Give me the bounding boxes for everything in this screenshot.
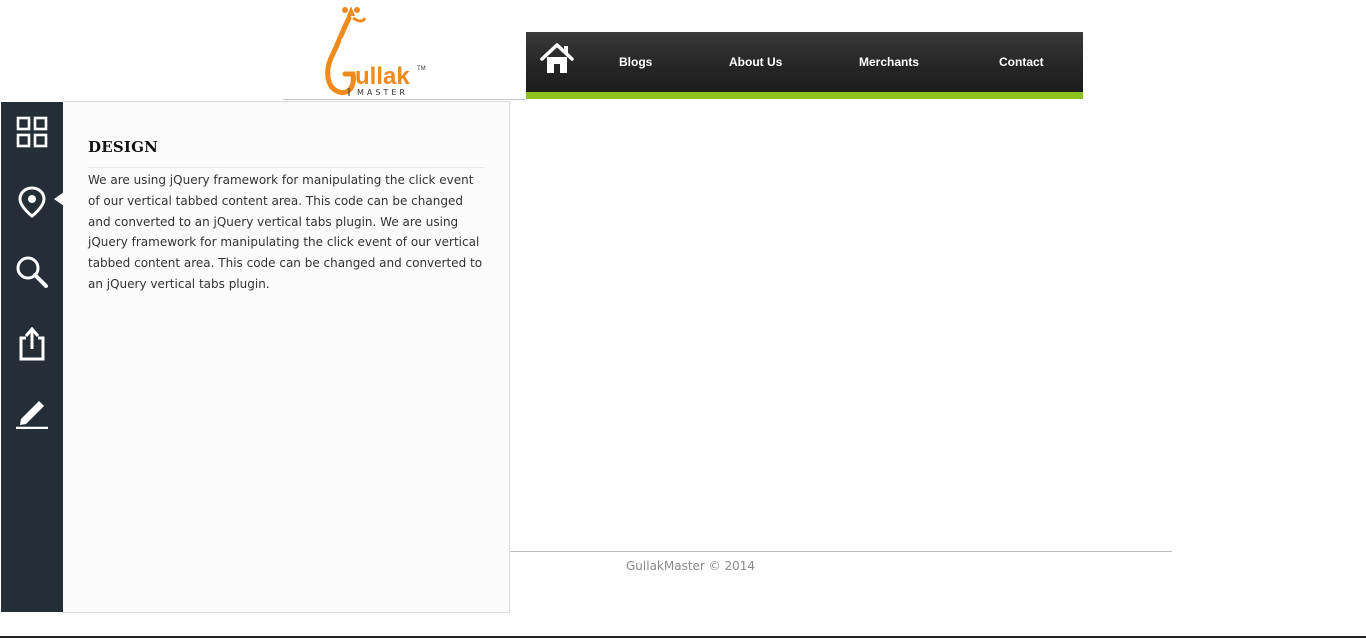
footer-divider <box>510 551 1172 552</box>
nav-link-blogs[interactable]: Blogs <box>619 32 652 92</box>
nav-link-contact[interactable]: Contact <box>999 32 1044 92</box>
home-icon <box>540 43 574 73</box>
logo-tagline: MASTER <box>357 88 408 97</box>
tab-share[interactable] <box>1 314 63 374</box>
search-icon <box>16 256 48 288</box>
home-button[interactable] <box>540 42 574 76</box>
site-logo[interactable]: ullak TM MASTER <box>283 0 526 100</box>
nav-accent-bar <box>526 92 1083 99</box>
logo-wordmark: ullak <box>355 63 410 90</box>
tab-search[interactable] <box>1 242 63 302</box>
panel-body-text: We are using jQuery framework for manipu… <box>88 173 483 291</box>
grid-icon <box>16 116 48 148</box>
tab-content-panel: DESIGN We are using jQuery framework for… <box>63 101 510 613</box>
tab-grid[interactable] <box>1 102 63 162</box>
panel-title: DESIGN <box>88 138 159 156</box>
map-pin-icon <box>18 186 46 218</box>
main-nav: Blogs About Us Merchants Contact <box>526 32 1083 92</box>
logo-trademark: TM <box>417 66 426 72</box>
nav-link-about-us[interactable]: About Us <box>729 32 782 92</box>
tab-edit[interactable] <box>1 382 63 442</box>
panel-divider <box>88 167 484 168</box>
page: ullak TM MASTER Blogs About Us Merchants… <box>0 0 1366 638</box>
vertical-tabs-sidebar <box>1 102 64 612</box>
share-icon <box>19 327 45 361</box>
gullak-logo-graphic: ullak TM MASTER <box>325 6 426 97</box>
footer-copyright: GullakMaster © 2014 <box>626 559 756 573</box>
pencil-icon <box>16 401 48 429</box>
nav-link-merchants[interactable]: Merchants <box>859 32 919 92</box>
